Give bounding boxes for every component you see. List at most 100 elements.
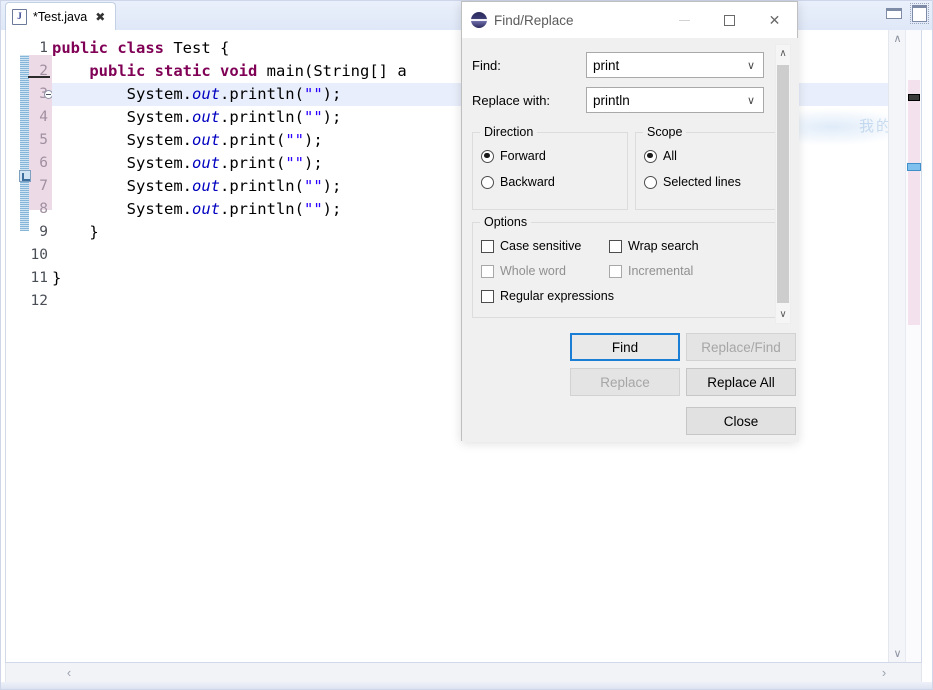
line-number-gutter[interactable]: 123456789101112 [6,30,53,662]
gutter-line-number: 5 [39,132,48,148]
dialog-scrollbar-thumb[interactable] [777,65,789,303]
replace-label-row: Replace with: [472,87,550,113]
tab-title: *Test.java [33,9,88,24]
replace-label: Replace with: [472,92,551,108]
code-token: out [191,108,220,126]
code-token: "" [303,200,323,218]
code-token: .print( [219,154,286,172]
code-token: } [52,223,99,241]
close-icon[interactable]: ✕ [752,2,797,38]
code-token: "" [303,108,323,126]
code-token: ); [322,85,342,103]
dialog-body: Find: print ∨ Replace with: println ∨ Di… [462,38,799,442]
code-token: "" [303,177,323,195]
code-token: System. [52,154,192,172]
scroll-right-icon[interactable]: › [873,663,895,681]
checkbox-wrap-search[interactable]: Wrap search [609,239,699,253]
direction-group: Direction Forward Backward [472,125,628,210]
radio-forward-label: Forward [500,149,546,163]
close-button[interactable]: Close [686,407,796,435]
window-bottom-strip [0,682,933,690]
checkbox-regular-expressions-label: Regular expressions [500,289,614,303]
editor-tab-test-java[interactable]: J *Test.java ✖ [5,2,117,30]
dialog-window-buttons: ✕ [662,2,797,38]
gutter-line-number: 8 [39,201,48,217]
find-input[interactable]: print ∨ [586,52,764,78]
code-token: ); [322,108,342,126]
find-button[interactable]: Find [570,333,680,361]
code-token: } [52,269,62,287]
dialog-scroll-down-icon[interactable]: ∨ [776,306,790,323]
overview-range-band [908,80,920,325]
code-token: System. [52,177,192,195]
code-token: out [191,154,220,172]
gutter-line-number: 1 [39,40,48,56]
maximize-button[interactable] [707,2,752,38]
radio-forward[interactable]: Forward [481,149,546,163]
code-token: .print( [219,131,286,149]
overview-ruler[interactable] [905,30,921,662]
replace-input[interactable]: println ∨ [586,87,764,113]
code-token: ); [322,177,342,195]
code-token: .println( [219,85,304,103]
radio-all[interactable]: All [644,149,677,163]
code-token: .println( [219,108,304,126]
code-token: "" [285,154,304,172]
radio-backward[interactable]: Backward [481,175,555,189]
radio-all-indicator [644,149,657,163]
gutter-line-number: 2 [39,63,48,79]
dialog-title-bar[interactable]: Find/Replace ✕ [462,2,797,38]
code-token: ); [303,131,323,149]
checkbox-whole-word-label: Whole word [500,264,566,278]
code-token: public [89,62,146,80]
scroll-down-icon[interactable]: ∨ [889,645,906,662]
code-token: main(String[] a [257,62,407,80]
overview-marker-blue[interactable] [907,163,921,171]
radio-selected-lines-label: Selected lines [663,175,741,189]
editor-horizontal-scrollbar[interactable]: ‹ › [5,663,922,683]
find-input-value: print [593,57,620,73]
code-token: System. [52,131,192,149]
code-token: Test { [164,39,230,57]
checkbox-case-sensitive[interactable]: Case sensitive [481,239,581,253]
checkbox-case-sensitive-label: Case sensitive [500,239,582,253]
editor-view-buttons [886,3,929,24]
checkbox-whole-word-indicator [481,264,494,278]
code-token: "" [285,131,304,149]
code-token: class [117,39,165,57]
overview-marker-dark[interactable] [908,94,920,101]
dialog-vertical-scrollbar[interactable]: ∧ ∨ [775,44,791,324]
code-token: System. [52,108,192,126]
maximize-view-icon[interactable] [910,3,929,24]
radio-backward-indicator [481,175,494,189]
code-token: out [191,131,220,149]
chevron-down-icon[interactable]: ∨ [739,94,763,107]
radio-selected-lines[interactable]: Selected lines [644,175,741,189]
replace-all-button[interactable]: Replace All [686,368,796,396]
code-token: void [220,62,258,80]
checkbox-case-sensitive-indicator [481,239,494,253]
dialog-scroll-up-icon[interactable]: ∧ [776,45,790,62]
editor-vertical-scrollbar[interactable]: ∧ ∨ [888,30,905,662]
scroll-up-icon[interactable]: ∧ [889,30,906,47]
radio-all-label: All [663,149,677,163]
checkbox-regular-expressions[interactable]: Regular expressions [481,289,614,303]
code-token: System. [52,200,192,218]
gutter-line-number: 12 [30,293,48,309]
close-icon[interactable]: ✖ [95,11,105,23]
checkbox-incremental: Incremental [609,264,693,278]
code-token: out [191,85,220,103]
options-group-title: Options [480,215,532,229]
dialog-title: Find/Replace [494,12,574,28]
chevron-down-icon[interactable]: ∨ [739,59,763,72]
find-replace-dialog: Find/Replace ✕ Find: print ∨ Replace wit… [461,1,799,442]
code-token: "" [303,85,323,103]
minimize-view-icon[interactable] [886,8,902,19]
gutter-line-number: 7 [39,178,48,194]
code-token: .println( [219,200,304,218]
scroll-left-icon[interactable]: ‹ [58,663,80,681]
radio-forward-indicator [481,149,494,163]
gutter-line-number: 9 [39,224,48,240]
code-token: static [154,62,211,80]
